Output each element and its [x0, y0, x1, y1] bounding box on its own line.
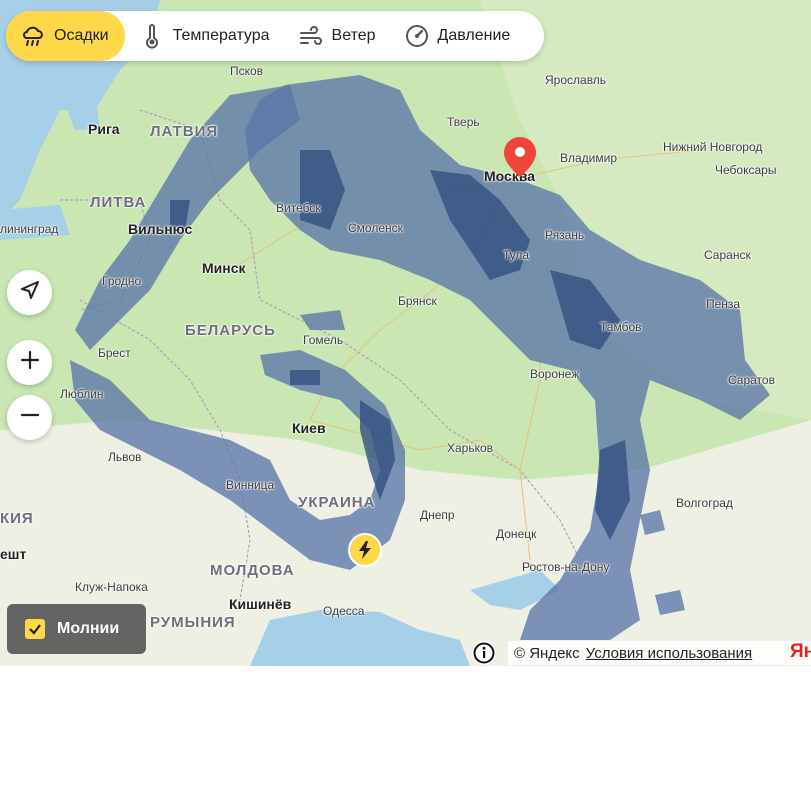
city-label-vilnius: Вильнюс — [128, 221, 193, 237]
city-label-gomel: Гомель — [303, 333, 344, 347]
city-label-minsk: Минск — [202, 260, 246, 276]
city-label-kishinev: Кишинёв — [229, 596, 292, 612]
locate-button[interactable] — [7, 270, 52, 315]
city-label-lvov: Львов — [108, 450, 142, 464]
city-label-grodno: Гродно — [102, 274, 142, 288]
city-label-vinnitsa: Винница — [226, 478, 275, 492]
country-label-slovakia-part: КИЯ — [0, 510, 34, 527]
city-label-saransk: Саранск — [704, 248, 751, 262]
lightning-toggle-label: Молнии — [57, 620, 120, 637]
precipitation-map[interactable]: Псков Ярославль Рига ЛАТВИЯ Тверь Нижний… — [0, 0, 811, 666]
city-label-donetsk: Донецк — [496, 527, 537, 541]
city-label-bryansk: Брянск — [398, 294, 437, 308]
city-label-rostov: Ростов-на-Дону — [522, 560, 610, 574]
zoom-out-button[interactable] — [7, 395, 52, 440]
city-label-saratov: Саратов — [728, 373, 775, 387]
thermometer-icon — [139, 23, 165, 49]
city-label-kiev: Киев — [292, 420, 326, 436]
city-label-budapest-part: ешт — [0, 546, 27, 562]
city-label-cluj-napoca: Клуж-Напока — [75, 580, 148, 594]
country-label-belarus: БЕЛАРУСЬ — [185, 322, 276, 339]
pressure-gauge-icon — [404, 23, 430, 49]
city-label-tambov: Тамбов — [600, 320, 642, 334]
city-label-smolensk: Смоленск — [348, 221, 403, 235]
city-label-cheboksary: Чебоксары — [715, 163, 777, 177]
map-base-layer — [0, 0, 811, 666]
tab-temperature-label: Температура — [172, 27, 270, 44]
city-label-kharkov: Харьков — [447, 441, 494, 455]
city-label-brest: Брест — [98, 346, 131, 360]
city-label-odessa: Одесса — [323, 604, 365, 618]
zoom-in-button[interactable] — [7, 340, 52, 385]
country-label-ukraine: УКРАИНА — [298, 494, 376, 511]
country-label-lithuania: ЛИТВА — [90, 194, 147, 211]
city-label-tula: Тула — [503, 248, 530, 262]
copyright-text: © Яндекс — [514, 644, 580, 662]
plus-icon — [19, 349, 41, 376]
tab-wind-label: Ветер — [331, 27, 376, 44]
attribution-bar: © Яндекс Условия использования — [508, 641, 811, 665]
minus-icon — [19, 404, 41, 431]
country-label-latvia: ЛАТВИЯ — [150, 123, 219, 140]
city-label-riga: Рига — [88, 121, 120, 137]
lightning-strike-icon[interactable] — [348, 533, 382, 567]
city-label-dnepr: Днепр — [420, 508, 455, 522]
city-label-pskov: Псков — [230, 64, 264, 78]
tab-pressure[interactable]: Давление — [390, 11, 525, 61]
tab-wind[interactable]: Ветер — [284, 11, 390, 61]
wind-icon — [298, 23, 324, 49]
yandex-logo: Ян — [790, 641, 811, 662]
country-label-moldova: МОЛДОВА — [210, 562, 295, 579]
terms-of-use-link[interactable]: Условия использования — [586, 645, 753, 662]
city-label-vladimir: Владимир — [560, 151, 618, 165]
city-label-voronezh: Воронеж — [530, 367, 580, 381]
locate-arrow-icon — [19, 279, 41, 306]
city-label-penza: Пенза — [706, 297, 741, 311]
layer-tabs: Осадки Температура Ветер Давление — [6, 11, 544, 61]
city-label-volgograd: Волгоград — [676, 496, 733, 510]
tab-temperature[interactable]: Температура — [125, 11, 284, 61]
city-label-ryazan: Рязань — [545, 228, 585, 242]
city-label-nizhny-novgorod: Нижний Новгород — [663, 140, 763, 154]
lightning-toggle[interactable]: Молнии — [7, 604, 146, 654]
city-label-kaliningrad: лининград — [0, 222, 59, 236]
tab-precipitation[interactable]: Осадки — [6, 11, 125, 61]
info-icon[interactable] — [472, 641, 496, 665]
city-label-yaroslavl: Ярославль — [545, 73, 607, 87]
rain-cloud-icon — [20, 23, 46, 49]
city-label-tver: Тверь — [447, 115, 480, 129]
country-label-romania: РУМЫНИЯ — [150, 614, 236, 631]
location-pin-icon[interactable] — [502, 135, 538, 184]
city-label-vitebsk: Витебск — [276, 201, 321, 215]
tab-precipitation-label: Осадки — [54, 27, 109, 44]
checkbox-checked-icon[interactable] — [25, 619, 45, 639]
city-label-lublin: Люблин — [60, 387, 104, 401]
tab-pressure-label: Давление — [437, 27, 511, 44]
